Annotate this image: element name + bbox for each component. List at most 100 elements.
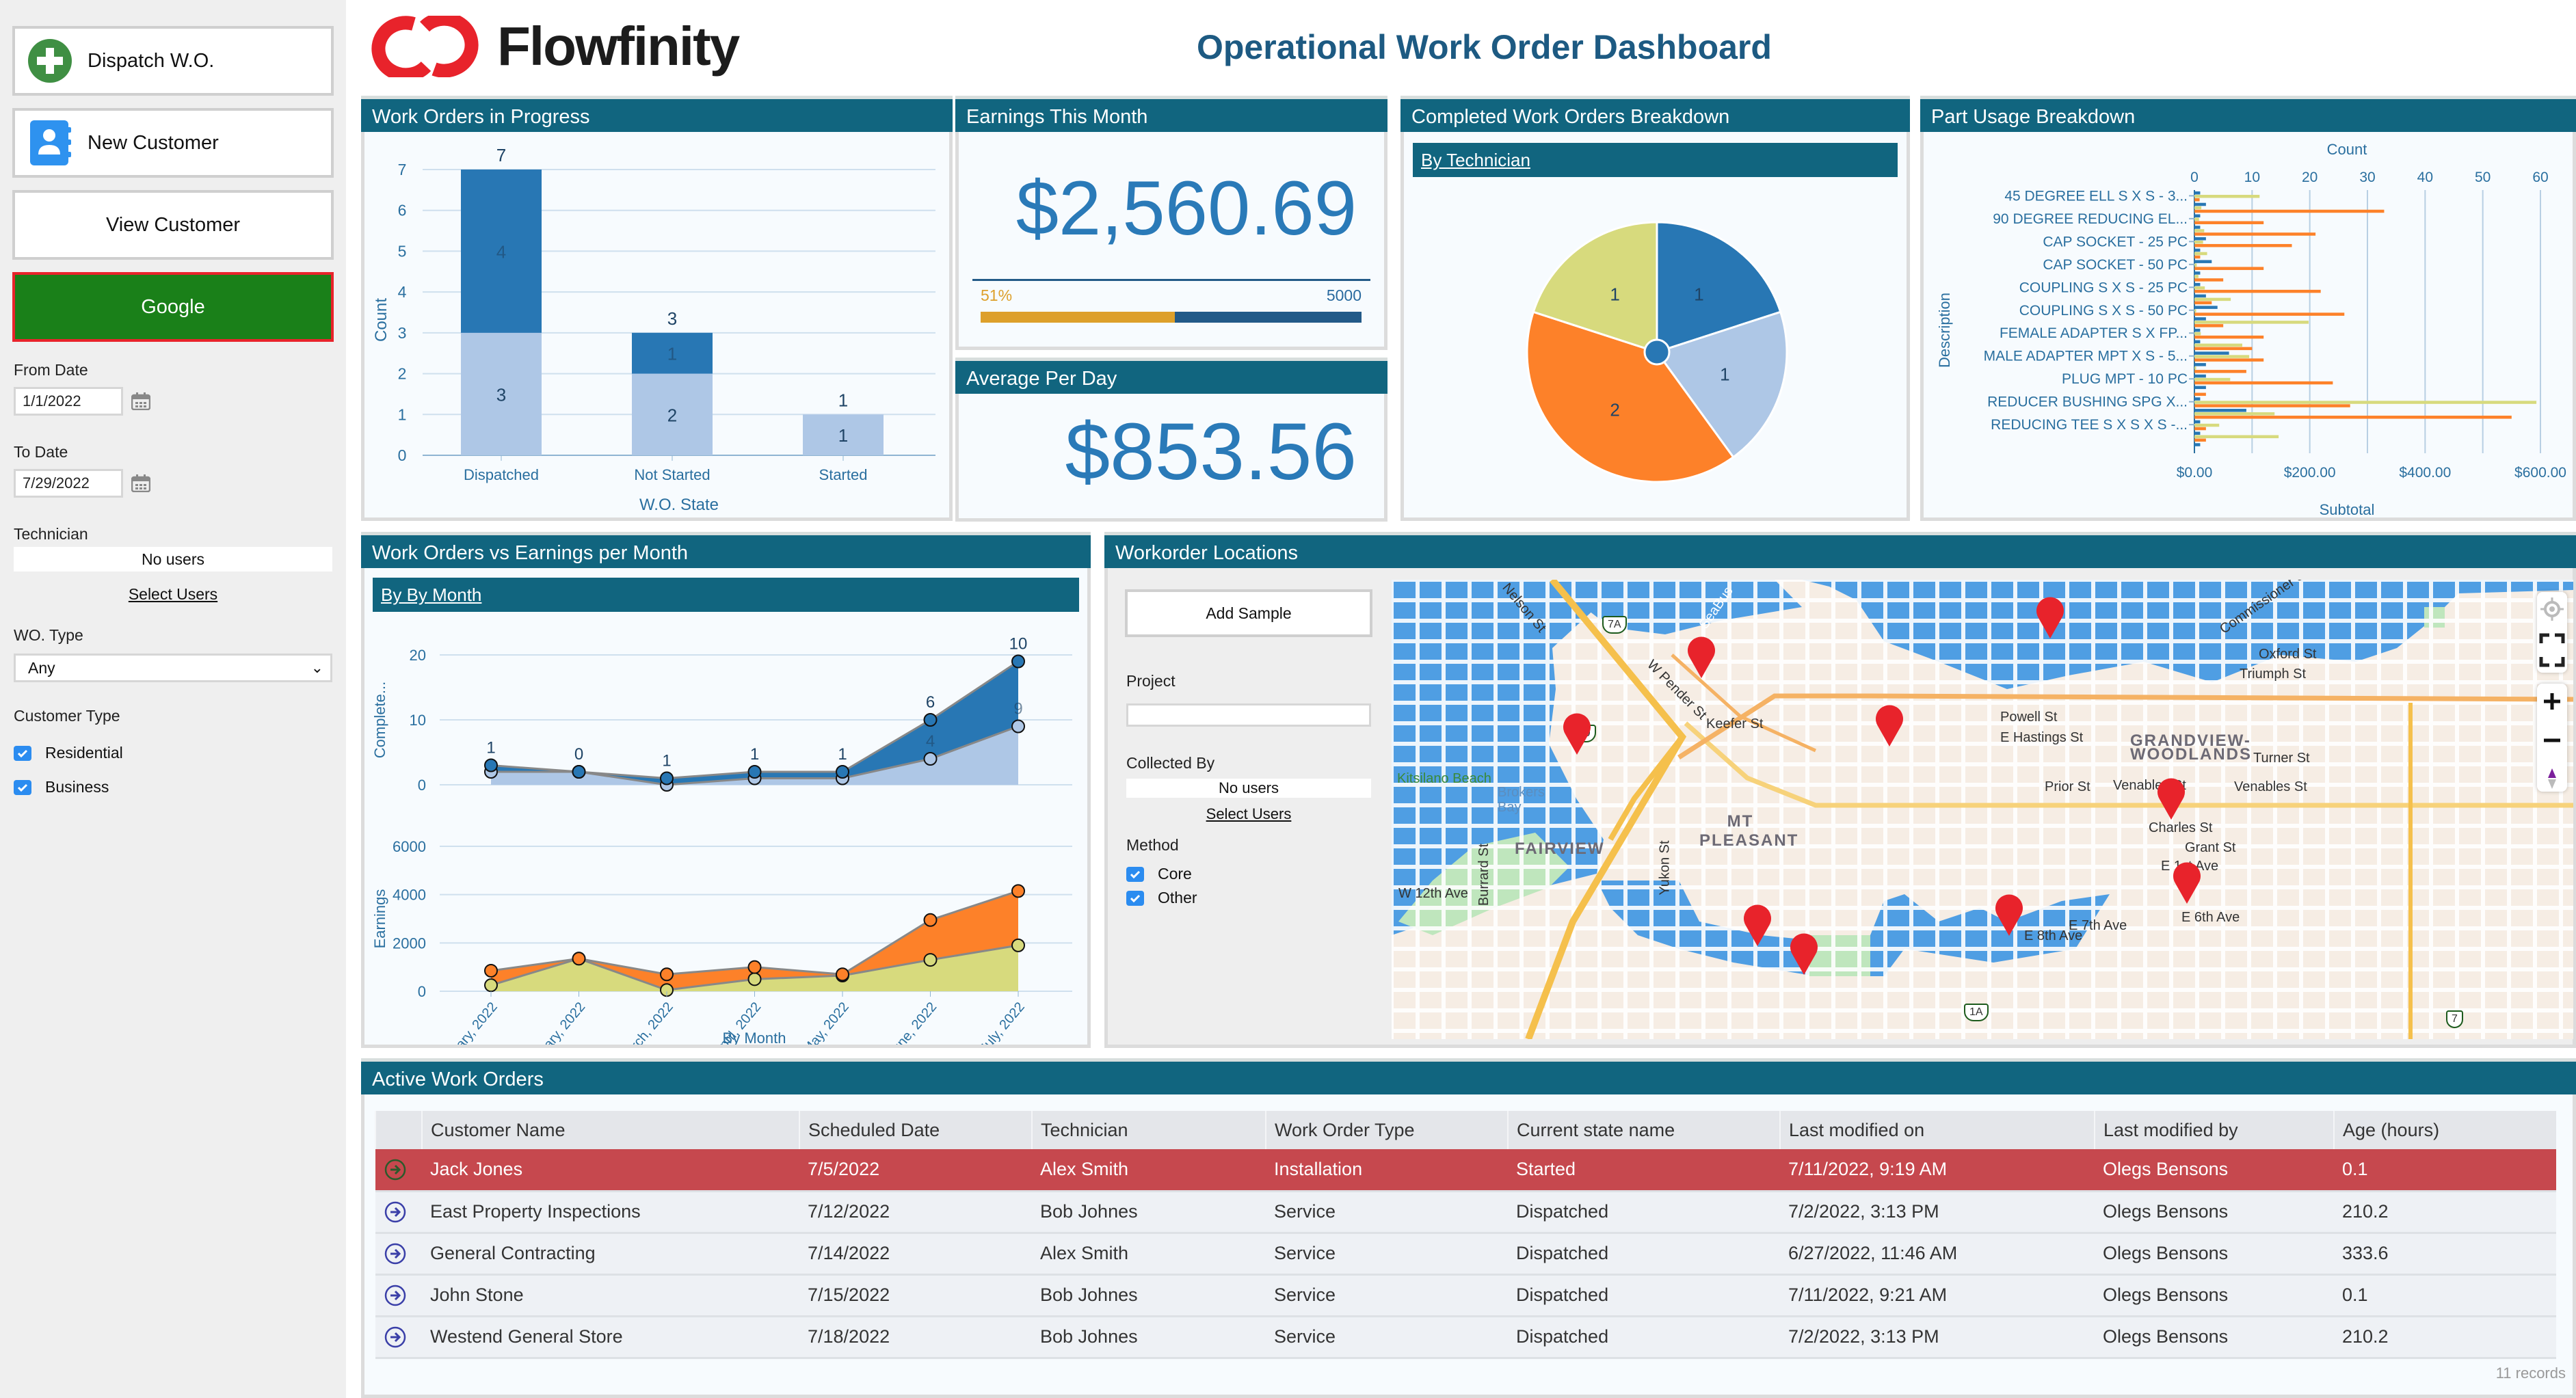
select-users-link[interactable]: Select Users bbox=[1126, 805, 1371, 823]
workorder-map[interactable]: 7A 99 1A 7 Nelson St SeaBus W Pender St … bbox=[1392, 580, 2573, 1039]
to-date-input[interactable]: 7/29/2022 bbox=[14, 469, 123, 498]
map-pin-icon[interactable] bbox=[1993, 891, 2025, 937]
arrow-circle-right-icon[interactable] bbox=[384, 1284, 407, 1307]
add-sample-button[interactable]: Add Sample bbox=[1125, 589, 1372, 637]
map-view-controls bbox=[2537, 592, 2567, 673]
part-bar bbox=[2194, 232, 2316, 236]
to-date-label: To Date bbox=[14, 443, 68, 461]
column-header[interactable]: Work Order Type bbox=[1265, 1111, 1508, 1149]
fullscreen-icon[interactable] bbox=[2537, 630, 2567, 671]
arrow-circle-right-icon[interactable] bbox=[384, 1200, 407, 1224]
table-row[interactable]: Jack Jones 7/5/2022 Alex Smith Installation… bbox=[375, 1149, 2556, 1192]
x-tick-label: February, 2022 bbox=[518, 999, 588, 1045]
calendar-icon[interactable] bbox=[131, 474, 150, 492]
part-bar bbox=[2194, 229, 2205, 232]
table-cell: 7/2/2022, 3:13 PM bbox=[1780, 1191, 2095, 1234]
new-customer-button[interactable]: New Customer bbox=[12, 108, 334, 178]
table-cell: 7/15/2022 bbox=[799, 1274, 1032, 1317]
table-row[interactable]: East Property Inspections 7/12/2022 Bob Jo… bbox=[375, 1191, 2556, 1234]
y-axis-title: Count bbox=[372, 298, 390, 342]
wo-type-select[interactable]: Any ⌄ bbox=[14, 654, 332, 682]
table-row[interactable]: General Contracting 7/14/2022 Alex Smith Se… bbox=[375, 1233, 2556, 1276]
map-pin-icon[interactable] bbox=[2155, 775, 2187, 821]
row-open-cell[interactable] bbox=[375, 1149, 422, 1192]
map-street-label: Charles St bbox=[2149, 820, 2213, 835]
map-street-label: Grant St bbox=[2185, 840, 2236, 855]
map-pin-icon[interactable] bbox=[1561, 710, 1593, 756]
wo-progress-panel: Work Orders in Progress 0 1 2 3 4 5 6 7 3 4 7 Dispa… bbox=[361, 96, 953, 521]
part-bar bbox=[2194, 366, 2196, 370]
y-tick-label: 6000 bbox=[393, 838, 426, 855]
y-tick-label: 6 bbox=[398, 202, 407, 219]
divider bbox=[972, 279, 1370, 281]
project-input[interactable] bbox=[1126, 703, 1371, 727]
earnings-progress-bar bbox=[981, 312, 1362, 323]
map-pin-icon[interactable] bbox=[1874, 701, 1905, 748]
arrow-circle-right-icon[interactable] bbox=[384, 1242, 407, 1265]
table-row[interactable]: Westend General Store 7/18/2022 Bob Johnes… bbox=[375, 1316, 2556, 1359]
core-checkbox[interactable]: Core bbox=[1126, 865, 1192, 883]
column-header[interactable]: Technician bbox=[1031, 1111, 1266, 1149]
map-street-label: Oxford St bbox=[2259, 647, 2317, 662]
part-bar bbox=[2194, 286, 2205, 290]
column-header[interactable]: Scheduled Date bbox=[799, 1111, 1032, 1149]
column-header[interactable]: Last modified by bbox=[2094, 1111, 2334, 1149]
column-header[interactable]: Last modified on bbox=[1779, 1111, 2095, 1149]
table-cell: Olegs Bensons bbox=[2095, 1233, 2334, 1276]
y-tick-label: 7 bbox=[398, 161, 407, 178]
data-point bbox=[923, 713, 938, 727]
table-cell: 6/27/2022, 11:46 AM bbox=[1780, 1233, 2095, 1276]
zoom-in-icon[interactable] bbox=[2537, 684, 2567, 719]
other-checkbox[interactable]: Other bbox=[1126, 889, 1197, 907]
google-button[interactable]: Google bbox=[12, 272, 334, 342]
part-bar bbox=[2194, 191, 2201, 195]
map-zoom-controls bbox=[2537, 684, 2567, 792]
by-month-link[interactable]: By By Month bbox=[373, 578, 1079, 612]
part-bar bbox=[2194, 404, 2350, 407]
table-cell: Started bbox=[1508, 1149, 1780, 1192]
map-pin-icon[interactable] bbox=[1742, 901, 1773, 947]
locate-me-icon[interactable] bbox=[2537, 592, 2567, 626]
y-tick-label: 0 bbox=[398, 446, 407, 464]
column-header[interactable]: Customer Name bbox=[421, 1111, 799, 1149]
row-open-cell[interactable] bbox=[375, 1274, 422, 1317]
part-bar bbox=[2194, 248, 2201, 252]
x-bottom-tick-label: $600.00 bbox=[2514, 465, 2566, 481]
view-customer-button[interactable]: View Customer bbox=[12, 190, 334, 260]
map-pin-icon[interactable] bbox=[1686, 633, 1717, 680]
table-cell: John Stone bbox=[422, 1274, 799, 1317]
part-bar bbox=[2194, 214, 2201, 217]
calendar-icon[interactable] bbox=[131, 392, 150, 410]
arrow-circle-right-icon[interactable] bbox=[384, 1158, 407, 1181]
pie-slice-label: 1 bbox=[1610, 284, 1619, 304]
table-row[interactable]: John Stone 7/15/2022 Bob Johnes Service Disp… bbox=[375, 1274, 2556, 1317]
arrow-circle-right-icon[interactable] bbox=[384, 1326, 407, 1349]
data-point bbox=[923, 913, 938, 927]
dispatch-wo-label: Dispatch W.O. bbox=[88, 49, 215, 72]
select-users-link[interactable]: Select Users bbox=[14, 585, 332, 604]
by-technician-link[interactable]: By Technician bbox=[1413, 143, 1898, 177]
business-checkbox[interactable]: Business bbox=[14, 778, 109, 796]
earnings-target: 5000 bbox=[1326, 286, 1362, 304]
data-label: 0 bbox=[574, 745, 583, 764]
part-bar bbox=[2194, 202, 2206, 206]
map-pin-icon[interactable] bbox=[2034, 593, 2066, 640]
row-open-cell[interactable] bbox=[375, 1233, 422, 1276]
from-date-input[interactable]: 1/1/2022 bbox=[14, 387, 123, 416]
map-area-label: MT PLEASANT bbox=[1699, 812, 1799, 850]
part-bar bbox=[2194, 312, 2345, 316]
row-open-cell[interactable] bbox=[375, 1191, 422, 1234]
part-bar bbox=[2194, 381, 2333, 385]
residential-checkbox[interactable]: Residential bbox=[14, 744, 123, 762]
compass-icon[interactable] bbox=[2537, 762, 2567, 797]
column-header[interactable]: Age (hours) bbox=[2333, 1111, 2556, 1149]
y-tick-label: 0 bbox=[418, 777, 426, 794]
part-bar bbox=[2194, 355, 2250, 358]
zoom-out-icon[interactable] bbox=[2537, 723, 2567, 758]
dispatch-wo-button[interactable]: Dispatch W.O. bbox=[12, 26, 334, 96]
row-open-cell[interactable] bbox=[375, 1316, 422, 1359]
map-pin-icon[interactable] bbox=[1788, 930, 1820, 976]
column-header[interactable]: Current state name bbox=[1507, 1111, 1780, 1149]
map-place-label: Brokers Bay bbox=[1498, 785, 1545, 815]
map-pin-icon[interactable] bbox=[2171, 859, 2203, 905]
